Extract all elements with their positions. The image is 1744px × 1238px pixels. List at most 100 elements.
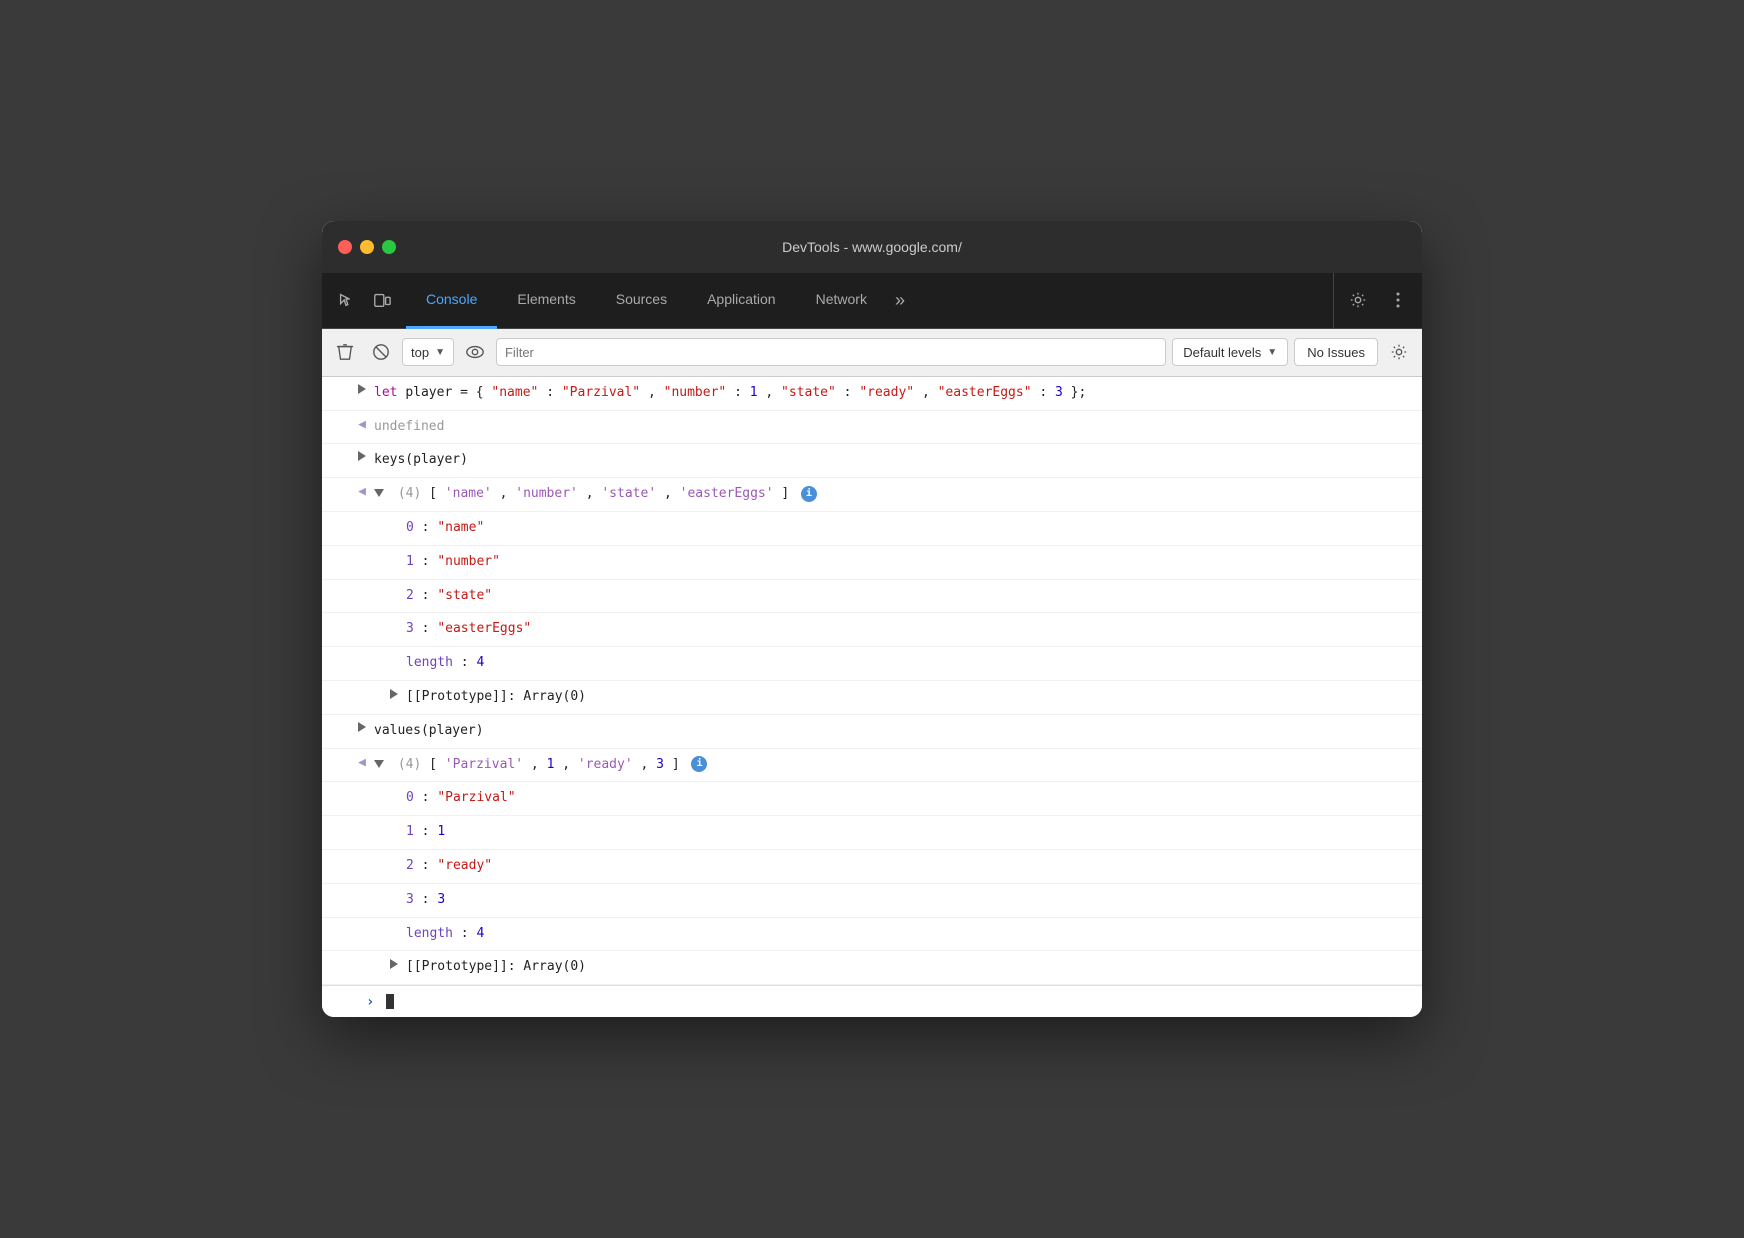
vertical-dots-icon [1396, 291, 1400, 309]
row-content-4-1: 1 : "number" [402, 550, 1422, 575]
val-parzival: "Parzival" [562, 385, 640, 400]
arr6-item-0: 'Parzival' [445, 757, 523, 772]
row-expander-2: ◀ [354, 415, 370, 432]
keyword-let: let [374, 385, 397, 400]
maximize-button[interactable] [382, 240, 396, 254]
row-content-6-length: length : 4 [402, 922, 1422, 947]
chevron-down-icon: ▼ [435, 347, 445, 358]
device-toolbar-button[interactable] [366, 284, 398, 316]
row-expander-6: ◀ [354, 753, 370, 770]
stop-button[interactable] [366, 337, 396, 367]
tab-elements[interactable]: Elements [497, 273, 595, 329]
tab-sources[interactable]: Sources [596, 273, 687, 329]
row-expander-3[interactable] [354, 448, 370, 461]
prop-index-0: 0 [406, 520, 414, 535]
more-tabs-button[interactable]: » [887, 273, 913, 328]
console-row-5: values(player) [322, 715, 1422, 749]
key-name: "name" [491, 385, 538, 400]
row-content-6: (4) [ 'Parzival' , 1 , 'ready' , 3 ] i [370, 753, 1422, 778]
tabs: Console Elements Sources Application Net… [406, 273, 1329, 328]
prop6-val-0: "Parzival" [437, 790, 515, 805]
context-selector[interactable]: top ▼ [402, 338, 454, 366]
array-length: (4) [398, 486, 429, 501]
row-expander[interactable] [354, 381, 370, 394]
info-badge-6[interactable]: i [691, 756, 707, 772]
keys-call: keys(player) [374, 452, 468, 467]
console-cursor [386, 994, 394, 1009]
inspect-element-button[interactable] [330, 284, 362, 316]
collapse-icon-4[interactable] [374, 489, 384, 497]
prop-index-2: 2 [406, 588, 414, 603]
row-gutter-4 [322, 482, 354, 485]
filter-box[interactable] [496, 338, 1166, 366]
prop6-index-3: 3 [406, 892, 414, 907]
console-row-4-child-0: 0 : "name" [322, 512, 1422, 546]
traffic-lights [338, 240, 396, 254]
prop-length: length [406, 655, 453, 670]
arr-item-3: 'easterEggs' [680, 486, 774, 501]
row-gutter-2 [322, 415, 354, 418]
console-row-6-proto: [[Prototype]]: Array(0) [322, 951, 1422, 985]
row-gutter-3 [322, 448, 354, 451]
eye-icon [465, 345, 485, 359]
expand-icon-3[interactable] [358, 451, 366, 461]
window-title: DevTools - www.google.com/ [782, 239, 962, 255]
expand-proto-icon[interactable] [390, 689, 398, 699]
console-row-4-proto: [[Prototype]]: Array(0) [322, 681, 1422, 715]
console-row-4-child-1: 1 : "number" [322, 546, 1422, 580]
info-badge[interactable]: i [801, 486, 817, 502]
bracket-close: ] [781, 486, 789, 501]
expand-icon-5[interactable] [358, 722, 366, 732]
live-expressions-button[interactable] [460, 337, 490, 367]
device-icon [373, 291, 391, 309]
length-val: 4 [476, 655, 484, 670]
expand-proto6-icon[interactable] [390, 959, 398, 969]
row-gutter-5 [322, 719, 354, 722]
no-issues-button[interactable]: No Issues [1294, 338, 1378, 366]
row-content-6-3: 3 : 3 [402, 888, 1422, 913]
console-row-6-child-3: 3 : 3 [322, 884, 1422, 918]
minimize-button[interactable] [360, 240, 374, 254]
console-row-4: ◀ (4) [ 'name' , 'number' , 'state' , 'e… [322, 478, 1422, 512]
more-options-button[interactable] [1382, 284, 1414, 316]
levels-chevron-icon: ▼ [1267, 347, 1277, 358]
clear-icon [336, 343, 354, 361]
prop-index-3: 3 [406, 621, 414, 636]
row-content-6-proto: [[Prototype]]: Array(0) [402, 955, 1422, 980]
row-content-3: keys(player) [370, 448, 1422, 473]
collapse-icon-6[interactable] [374, 760, 384, 768]
arr-item-2: 'state' [601, 486, 656, 501]
val-3: 3 [1055, 385, 1063, 400]
arr6-item-2: 'ready' [578, 757, 633, 772]
console-input-row[interactable]: › [322, 985, 1422, 1017]
close-button[interactable] [338, 240, 352, 254]
values-call: values(player) [374, 723, 484, 738]
tab-console[interactable]: Console [406, 273, 497, 329]
prop-val-3: "easterEggs" [437, 621, 531, 636]
settings-button[interactable] [1342, 284, 1374, 316]
tab-network[interactable]: Network [796, 273, 887, 329]
devtools-window: DevTools - www.google.com/ Console Eleme… [322, 221, 1422, 1017]
row-content-4-length: length : 4 [402, 651, 1422, 676]
tabbar: Console Elements Sources Application Net… [322, 273, 1422, 329]
tabbar-right [1333, 273, 1414, 328]
row-content-4-0: 0 : "name" [402, 516, 1422, 541]
default-levels-button[interactable]: Default levels ▼ [1172, 338, 1288, 366]
row-content-4-3: 3 : "easterEggs" [402, 617, 1422, 642]
inspect-icon [337, 291, 355, 309]
arr6-item-3: 3 [656, 757, 664, 772]
console-settings-button[interactable] [1384, 337, 1414, 367]
row-content-2: undefined [370, 415, 1422, 440]
console-row-4-child-3: 3 : "easterEggs" [322, 613, 1422, 647]
prop6-val-2: "ready" [437, 858, 492, 873]
row-expander-5[interactable] [354, 719, 370, 732]
console-row-1: let player = { "name" : "Parzival" , "nu… [322, 377, 1422, 411]
filter-input[interactable] [497, 341, 1165, 364]
clear-console-button[interactable] [330, 337, 360, 367]
expand-icon[interactable] [358, 384, 366, 394]
console-row-2: ◀ undefined [322, 411, 1422, 445]
arr-item-1: 'number' [515, 486, 578, 501]
row-gutter-6 [322, 753, 354, 756]
row-content-6-2: 2 : "ready" [402, 854, 1422, 879]
tab-application[interactable]: Application [687, 273, 796, 329]
